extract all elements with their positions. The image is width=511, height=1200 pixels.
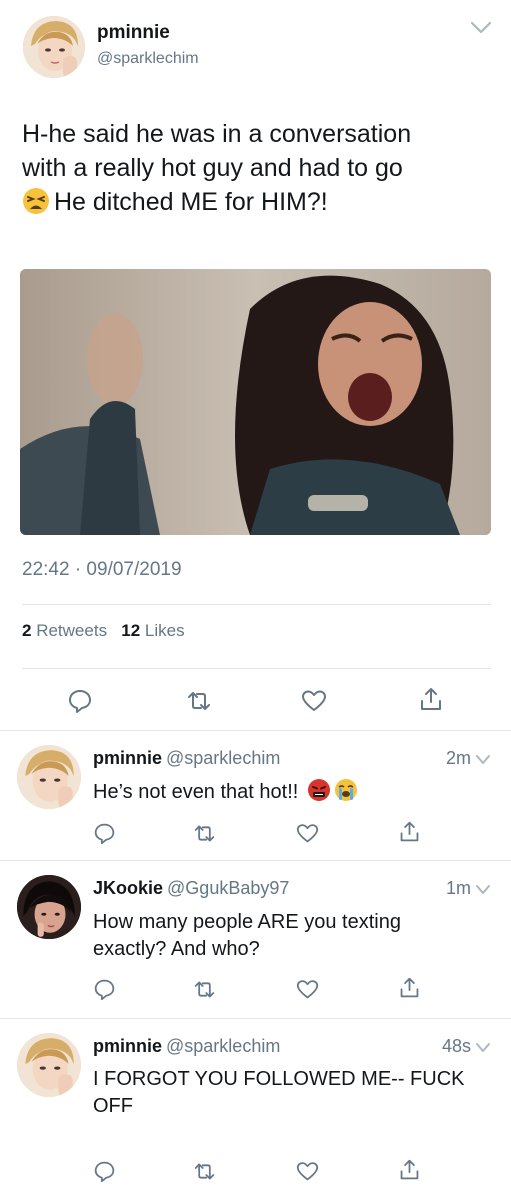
reply-text-line: I FORGOT YOU FOLLOWED ME-- FUCK (93, 1068, 465, 1090)
tweet-text-line: He ditched ME for HIM?! (22, 185, 492, 219)
reply-time[interactable]: 48s (442, 1036, 471, 1057)
cursing-face-emoji (307, 778, 331, 802)
author-name[interactable]: JKookie (93, 878, 163, 898)
retweet-icon[interactable] (193, 1160, 216, 1183)
avatar[interactable] (17, 875, 81, 939)
avatar-image (17, 1033, 81, 1097)
avatar-image (23, 16, 85, 78)
tweet-text-line: H-he said he was in a conversation (22, 120, 412, 148)
retweets-label: Retweets (36, 621, 108, 640)
divider (22, 604, 491, 605)
author-name[interactable]: pminnie (93, 748, 162, 768)
author-handle[interactable]: @sparklechim (166, 748, 280, 768)
retweet-icon[interactable] (193, 822, 216, 845)
reply-text: I FORGOT YOU FOLLOWED ME-- FUCK OFF (93, 1066, 493, 1120)
retweet-icon[interactable] (193, 978, 216, 1001)
loudly-crying-face-emoji (334, 778, 358, 802)
avatar[interactable] (23, 16, 85, 78)
reply-icon[interactable] (93, 978, 116, 1001)
tweet-text: H-he said he was in a conversation with … (22, 117, 492, 219)
reply-header: JKookie @GgukBaby97 (93, 878, 289, 899)
retweets-count: 2 (22, 621, 32, 640)
tweet-stats: 2 Retweets 12 Likes (22, 621, 185, 641)
chevron-down-icon[interactable] (470, 20, 492, 36)
tweet-timestamp[interactable]: 22:42 · 09/07/2019 (22, 559, 182, 581)
divider (22, 668, 491, 669)
reply-tweet: JKookie @GgukBaby97 1m How many people AR… (0, 861, 511, 1018)
author-handle[interactable]: @sparklechim (166, 1036, 280, 1056)
reply-header: pminnie @sparklechim (93, 748, 280, 769)
likes-label: Likes (144, 621, 185, 640)
author-handle[interactable]: @GgukBaby97 (167, 878, 289, 898)
reply-tweet: pminnie @sparklechim 2m He’s not even tha… (0, 731, 511, 860)
reply-text: How many people ARE you texting exactly?… (93, 909, 493, 963)
author-handle[interactable]: @sparklechim (97, 50, 199, 68)
chevron-down-icon[interactable] (475, 1041, 491, 1053)
avatar[interactable] (17, 1033, 81, 1097)
like-icon[interactable] (296, 822, 319, 845)
avatar-image (17, 875, 81, 939)
tweet-text-line: with a really hot guy and had to go (22, 154, 403, 182)
reply-text: He’s not even that hot!! (93, 778, 493, 806)
avatar[interactable] (17, 745, 81, 809)
main-tweet: pminnie @sparklechim H-he said he was in… (0, 0, 511, 730)
retweets-stat[interactable]: 2 Retweets (22, 621, 107, 640)
reply-icon[interactable] (67, 688, 93, 714)
share-icon[interactable] (398, 820, 421, 843)
reply-text-line: exactly? And who? (93, 938, 260, 960)
retweet-icon[interactable] (186, 688, 212, 714)
share-icon[interactable] (418, 686, 444, 712)
author-name[interactable]: pminnie (97, 22, 170, 44)
author-name[interactable]: pminnie (93, 1036, 162, 1056)
reply-time[interactable]: 2m (446, 748, 471, 769)
share-icon[interactable] (398, 976, 421, 999)
like-icon[interactable] (296, 1160, 319, 1183)
chevron-down-icon[interactable] (475, 883, 491, 895)
reply-header: pminnie @sparklechim (93, 1036, 280, 1057)
crying-woman-photo (20, 269, 491, 535)
reply-time[interactable]: 1m (446, 878, 471, 899)
chevron-down-icon[interactable] (475, 753, 491, 765)
likes-count: 12 (121, 621, 141, 640)
reply-text-line: OFF (93, 1095, 133, 1117)
reply-icon[interactable] (93, 1160, 116, 1183)
tweet-image[interactable] (20, 269, 491, 535)
reply-text-content: He’s not even that hot!! (93, 781, 299, 803)
like-icon[interactable] (296, 978, 319, 1001)
likes-stat[interactable]: 12 Likes (121, 621, 184, 640)
like-icon[interactable] (301, 688, 327, 714)
avatar-image (17, 745, 81, 809)
tired-face-emoji (22, 187, 50, 215)
share-icon[interactable] (398, 1158, 421, 1181)
reply-tweet: pminnie @sparklechim 48s I FORGOT YOU FOL… (0, 1019, 511, 1200)
reply-text-line: How many people ARE you texting (93, 911, 401, 933)
tweet-text-line3: He ditched ME for HIM?! (54, 188, 328, 216)
reply-icon[interactable] (93, 822, 116, 845)
